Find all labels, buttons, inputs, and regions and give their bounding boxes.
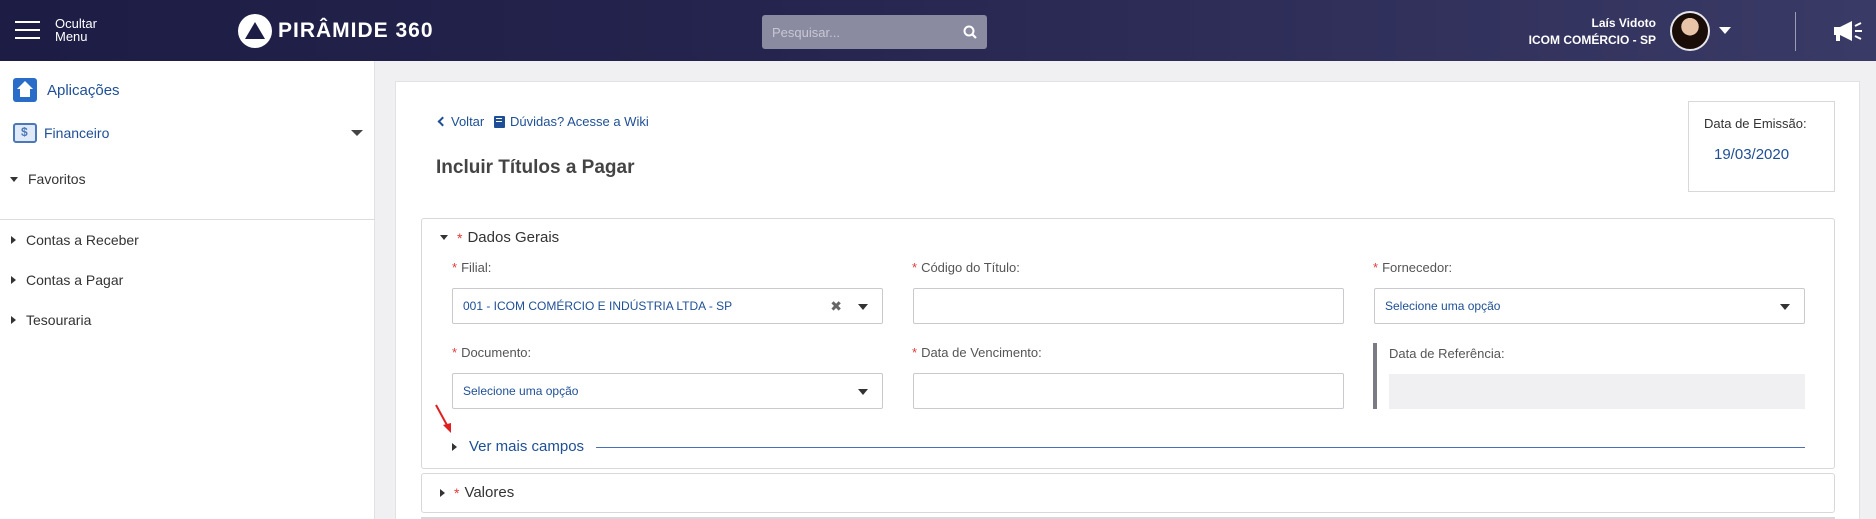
vencimento-label: * Data de Vencimento: — [912, 345, 1042, 360]
finance-icon — [13, 123, 37, 143]
caret-right-icon — [11, 276, 16, 284]
chevron-left-icon — [437, 116, 448, 127]
logo-icon — [238, 14, 272, 48]
sidebar: Aplicações Financeiro Favoritos Contas a… — [0, 61, 375, 519]
sidebar-item-contas-a-receber[interactable]: Contas a Receber — [11, 232, 139, 248]
annotation-arrow-icon — [435, 404, 451, 433]
caret-right-icon — [452, 442, 457, 451]
data-vencimento-input[interactable] — [913, 373, 1344, 409]
sidebar-divider — [0, 219, 375, 220]
hide-menu-line2: Menu — [55, 29, 88, 44]
clear-icon[interactable]: ✖ — [830, 298, 842, 315]
more-fields-label: Ver mais campos — [469, 438, 585, 455]
fornecedor-value: Selecione uma opção — [1385, 299, 1501, 313]
fornecedor-select[interactable]: Selecione uma opção — [1374, 288, 1805, 324]
header-divider — [1795, 12, 1796, 51]
filial-label: * Filial: — [452, 260, 492, 275]
search-button[interactable] — [953, 15, 987, 49]
referencia-label: Data de Referência: — [1389, 346, 1505, 361]
megaphone-icon[interactable] — [1832, 20, 1864, 42]
values-header[interactable]: * Valores — [440, 484, 514, 501]
filial-select[interactable]: 001 - ICOM COMÉRCIO E INDÚSTRIA LTDA - S… — [452, 288, 883, 324]
documento-select[interactable]: Selecione uma opção — [452, 373, 883, 409]
search-input[interactable] — [762, 15, 953, 49]
required-marker: * — [457, 229, 463, 246]
brand-logo[interactable]: PIRÂMIDE 360 — [238, 14, 434, 48]
brand-name: PIRÂMIDE 360 — [278, 19, 434, 42]
user-name: Laís Vidoto — [1591, 16, 1656, 30]
sidebar-item-label: Tesouraria — [26, 312, 92, 328]
reference-date-accent — [1373, 343, 1377, 409]
fornecedor-label: * Fornecedor: — [1373, 260, 1453, 275]
filial-label-text: Filial: — [461, 260, 492, 275]
more-fields-toggle[interactable]: Ver mais campos — [452, 438, 584, 455]
values-panel: * Valores — [421, 473, 1835, 513]
back-link[interactable]: Voltar — [437, 114, 485, 129]
values-title: Valores — [464, 484, 515, 501]
applications-label: Aplicações — [47, 81, 120, 99]
chevron-down-icon — [351, 130, 363, 136]
emission-date-label: Data de Emissão: — [1704, 116, 1807, 131]
chevron-down-icon — [858, 304, 868, 310]
sidebar-item-contas-a-pagar[interactable]: Contas a Pagar — [11, 272, 123, 288]
documento-label: * Documento: — [452, 345, 532, 360]
codigo-label: * Código do Título: — [912, 260, 1020, 275]
data-referencia-input — [1389, 374, 1805, 409]
home-icon — [13, 78, 37, 102]
module-label: Financeiro — [44, 125, 110, 141]
fornecedor-label-text: Fornecedor: — [1382, 260, 1453, 275]
wiki-label: Dúvidas? Acesse a Wiki — [510, 114, 649, 129]
user-company: ICOM COMÉRCIO - SP — [1528, 33, 1656, 47]
sidebar-item-applications[interactable]: Aplicações — [13, 78, 120, 102]
documento-value: Selecione uma opção — [463, 384, 579, 398]
avatar[interactable] — [1670, 11, 1710, 51]
sidebar-item-favorites[interactable]: Favoritos — [10, 171, 86, 187]
caret-right-icon — [11, 236, 16, 244]
book-icon — [494, 115, 505, 128]
top-navigation-bar: Ocultar Menu PIRÂMIDE 360 Laís Vidoto IC… — [0, 0, 1876, 61]
global-search — [762, 15, 987, 49]
general-data-panel: * Dados Gerais — [421, 218, 1835, 469]
chevron-down-icon — [1780, 304, 1790, 310]
search-icon — [963, 25, 977, 39]
general-data-header[interactable]: * Dados Gerais — [440, 229, 559, 246]
vencimento-label-text: Data de Vencimento: — [921, 345, 1042, 360]
user-info[interactable]: Laís Vidoto ICOM COMÉRCIO - SP — [1529, 15, 1656, 49]
codigo-titulo-input[interactable] — [913, 288, 1344, 324]
chevron-down-icon[interactable] — [1719, 27, 1731, 34]
page-title: Incluir Títulos a Pagar — [436, 157, 635, 178]
hide-menu-toggle[interactable]: Ocultar Menu — [55, 17, 97, 43]
more-fields-divider — [596, 447, 1805, 448]
caret-down-icon — [440, 235, 448, 240]
caret-right-icon — [440, 488, 445, 497]
general-data-title: Dados Gerais — [467, 229, 560, 246]
emission-date-value: 19/03/2020 — [1714, 146, 1790, 163]
sidebar-item-label: Contas a Pagar — [26, 272, 124, 288]
documento-label-text: Documento: — [461, 345, 532, 360]
module-selector[interactable]: Financeiro — [13, 123, 363, 143]
sidebar-item-tesouraria[interactable]: Tesouraria — [11, 312, 91, 328]
back-label: Voltar — [451, 114, 485, 129]
caret-right-icon — [11, 316, 16, 324]
caret-down-icon — [10, 176, 18, 182]
favorites-label: Favoritos — [28, 171, 86, 187]
required-marker: * — [454, 484, 460, 501]
wiki-link[interactable]: Dúvidas? Acesse a Wiki — [494, 114, 649, 129]
menu-icon[interactable] — [15, 21, 40, 39]
emission-date-box: Data de Emissão: 19/03/2020 — [1688, 101, 1835, 192]
sidebar-item-label: Contas a Receber — [26, 232, 139, 248]
filial-value: 001 - ICOM COMÉRCIO E INDÚSTRIA LTDA - S… — [463, 299, 733, 313]
chevron-down-icon — [858, 389, 868, 395]
codigo-label-text: Código do Título: — [921, 260, 1020, 275]
